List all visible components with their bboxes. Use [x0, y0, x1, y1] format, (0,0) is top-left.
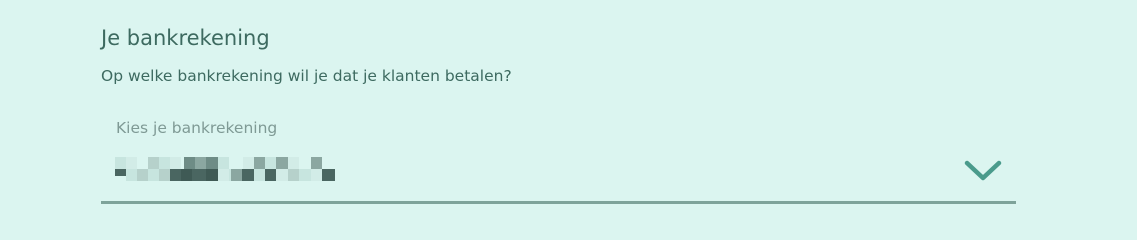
- page: { "bank_section": { "title": "Je bankrek…: [0, 0, 1137, 238]
- section-description: Op welke bankrekening wil je dat je klan…: [101, 67, 512, 85]
- pixelated-redaction: [115, 157, 335, 181]
- section-title: Je bankrekening: [101, 26, 270, 50]
- chevron-down-icon[interactable]: [964, 160, 1002, 182]
- bank-account-section: Je bankrekening Op welke bankrekening wi…: [101, 22, 1016, 204]
- bank-account-select[interactable]: Kies je bankrekening: [101, 113, 1016, 204]
- select-label: Kies je bankrekening: [116, 119, 278, 137]
- select-underline: [101, 201, 1016, 204]
- selected-account-value-redacted: [115, 157, 335, 183]
